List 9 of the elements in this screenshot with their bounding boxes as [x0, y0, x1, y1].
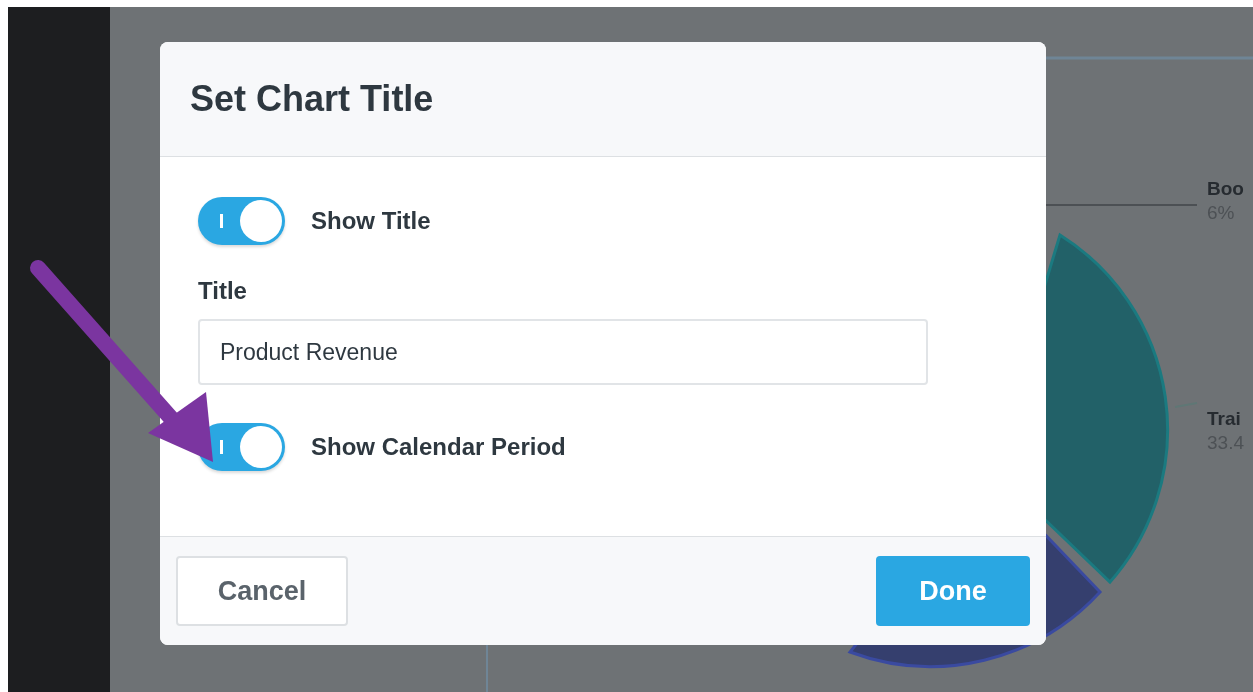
toggle-switch[interactable] — [198, 197, 285, 245]
cancel-button[interactable]: Cancel — [176, 556, 348, 626]
title-input-field[interactable]: Product Revenue — [198, 319, 928, 385]
field-label: Title — [198, 277, 248, 305]
chart-label-name: Trai — [1207, 407, 1242, 431]
toggle-label: Show Title — [311, 207, 431, 235]
toggle-label: Show Calendar Period — [311, 433, 566, 461]
chart-label-name: Boo — [1207, 177, 1244, 201]
dialog-title: Set Chart Title — [190, 78, 434, 120]
